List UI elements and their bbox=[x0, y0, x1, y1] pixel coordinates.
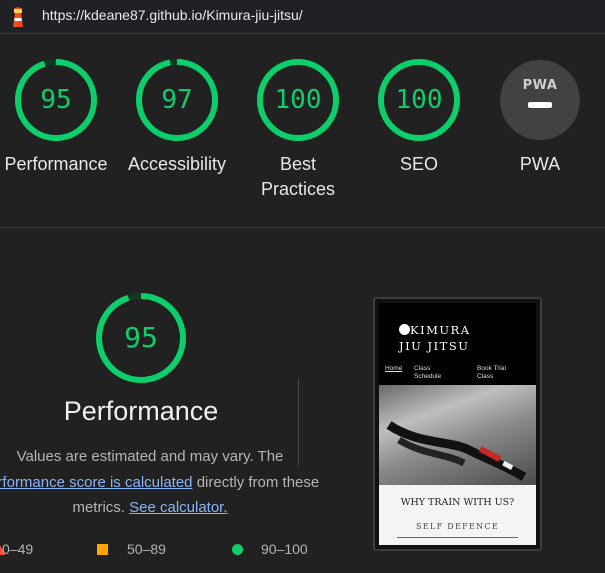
legend-average: 50–89 bbox=[127, 541, 166, 557]
brand-line2: JIU JITSU bbox=[399, 339, 470, 353]
vertical-divider bbox=[298, 378, 299, 466]
pass-circle-icon bbox=[232, 544, 243, 555]
url-text: https://kdeane87.github.io/Kimura-jiu-ji… bbox=[42, 7, 303, 23]
site-header: KIMURA JIU JITSU Home Class Schedule Boo… bbox=[379, 303, 536, 385]
gauge-score: 97 bbox=[161, 85, 193, 115]
legend-fail: 0–49 bbox=[2, 541, 34, 557]
hero-image bbox=[379, 385, 536, 485]
gauge-score: 100 bbox=[395, 85, 443, 115]
why-train-heading: WHY TRAIN WITH US? bbox=[400, 497, 515, 508]
pwa-badge-text: PWA bbox=[522, 78, 558, 93]
score-calculated-link[interactable]: performance score is calculated bbox=[0, 474, 193, 491]
section-divider bbox=[0, 227, 605, 228]
performance-title: Performance bbox=[63, 396, 219, 426]
gauge-score: 100 bbox=[274, 85, 322, 115]
gauge-label: Accessibility bbox=[127, 154, 227, 174]
gauge-label: PWA bbox=[519, 154, 561, 174]
legend-pass: 90–100 bbox=[261, 541, 308, 557]
final-screenshot-thumbnail[interactable]: KIMURA JIU JITSU Home Class Schedule Boo… bbox=[373, 297, 542, 551]
nav-book-trial: Book Trial Class bbox=[477, 365, 506, 380]
underline-rule bbox=[397, 537, 518, 538]
self-defence-label: SELF DEFENCE bbox=[416, 522, 499, 531]
yin-yang-icon bbox=[399, 324, 410, 335]
performance-description: Values are estimated and may vary. The p… bbox=[0, 444, 320, 521]
gauge-label: Best Practices bbox=[260, 154, 336, 199]
gauge-score: 95 bbox=[40, 85, 72, 115]
desc-text: Values are estimated and may vary. The bbox=[16, 448, 284, 465]
site-body: WHY TRAIN WITH US? SELF DEFENCE bbox=[379, 485, 536, 545]
brand-line1: KIMURA bbox=[410, 323, 471, 337]
url-bar[interactable]: https://kdeane87.github.io/Kimura-jiu-ji… bbox=[0, 0, 605, 34]
nav-class-schedule: Class Schedule bbox=[414, 365, 442, 380]
see-calculator-link[interactable]: See calculator. bbox=[129, 499, 227, 516]
category-gauges: 95 Performance 97 Accessibility 100 Best… bbox=[0, 34, 605, 227]
pwa-dash-icon bbox=[528, 102, 552, 108]
belt-image bbox=[386, 421, 527, 481]
performance-score: 95 bbox=[124, 321, 158, 354]
nav-home: Home bbox=[385, 365, 403, 372]
lighthouse-logo-icon bbox=[13, 7, 23, 27]
average-square-icon bbox=[97, 544, 108, 555]
pwa-badge: PWA bbox=[500, 60, 580, 140]
